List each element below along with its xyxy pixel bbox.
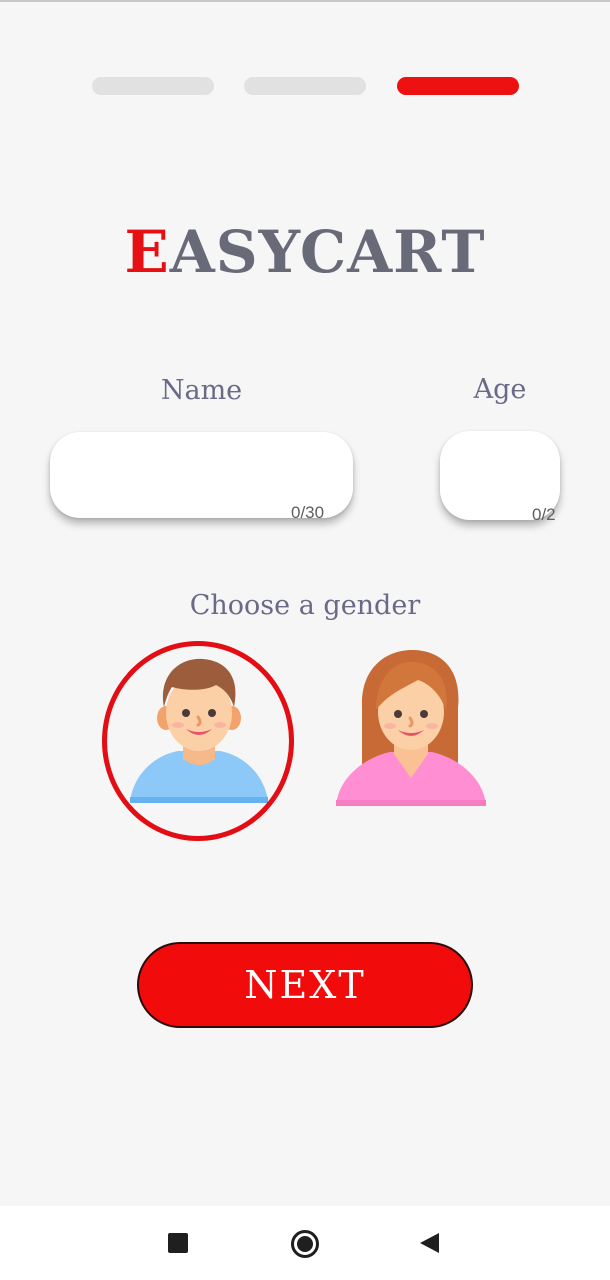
name-label: Name: [160, 375, 243, 406]
system-nav-bar: [0, 1206, 610, 1280]
name-counter: 0/30: [291, 503, 325, 522]
female-avatar-icon: [336, 650, 486, 806]
male-avatar-option[interactable]: [128, 655, 270, 805]
age-label: Age: [473, 374, 527, 405]
logo-rest: ASYCART: [169, 218, 486, 286]
progress-step-2: [244, 77, 366, 95]
status-divider: [0, 0, 610, 2]
progress-step-1: [92, 77, 214, 95]
home-circle-icon[interactable]: [290, 1229, 320, 1259]
recents-square-icon[interactable]: [168, 1233, 188, 1253]
female-avatar-option[interactable]: [334, 648, 488, 808]
logo-first-letter: E: [124, 218, 170, 286]
back-triangle-icon[interactable]: [419, 1232, 441, 1254]
age-counter: 0/2: [532, 505, 556, 524]
gender-prompt: Choose a gender: [189, 590, 421, 621]
next-button[interactable]: NEXT: [137, 942, 473, 1028]
male-avatar-icon: [130, 658, 268, 803]
progress-step-3: [397, 77, 519, 95]
app-logo: EASYCART: [0, 212, 610, 292]
